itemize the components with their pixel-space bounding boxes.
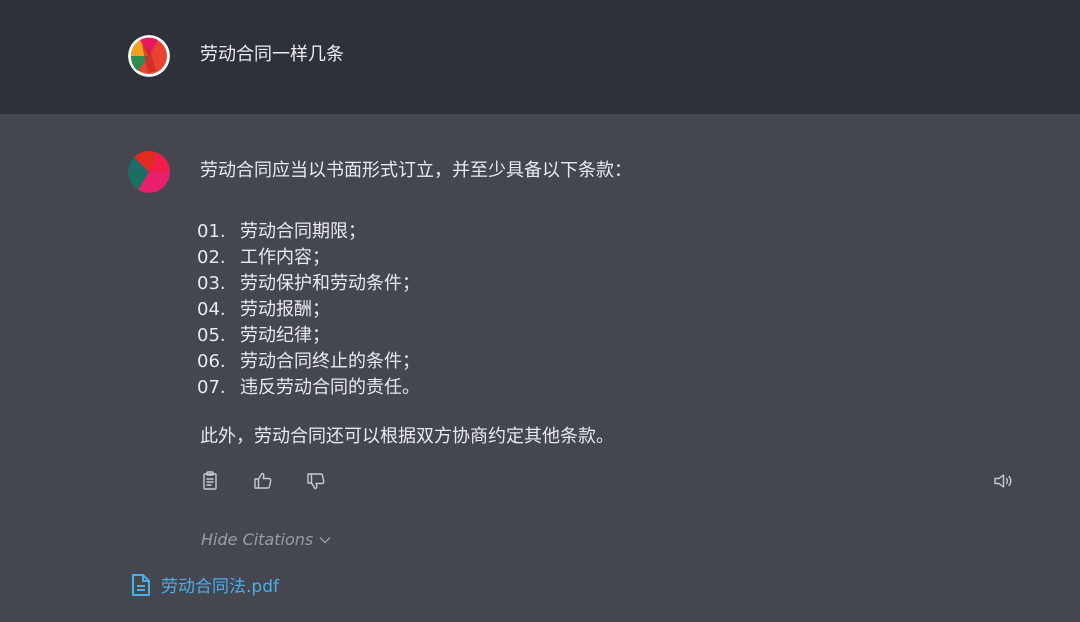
item-number: 07. <box>197 377 226 398</box>
hide-citations-label: Hide Citations <box>201 530 314 549</box>
item-number: 01. <box>197 221 226 242</box>
chevron-down-icon <box>319 536 331 543</box>
thumbs-up-icon <box>254 472 272 489</box>
item-text: 劳动报酬； <box>240 299 330 320</box>
list-item: 05. 劳动纪律； <box>197 323 420 349</box>
answer-outro: 此外，劳动合同还可以根据双方协商约定其他条款。 <box>200 426 614 447</box>
citation-link[interactable]: 劳动合同法.pdf <box>131 572 279 597</box>
list-item: 07. 违反劳动合同的责任。 <box>197 375 420 401</box>
read-aloud-button[interactable] <box>992 469 1016 493</box>
item-text: 劳动纪律； <box>240 325 330 346</box>
item-text: 工作内容； <box>240 247 330 268</box>
item-number: 03. <box>197 273 226 294</box>
item-text: 劳动合同期限； <box>240 221 366 242</box>
user-avatar <box>128 35 170 77</box>
assistant-avatar <box>128 151 170 193</box>
clipboard-icon <box>203 471 217 490</box>
item-text: 劳动保护和劳动条件； <box>240 273 420 294</box>
answer-intro: 劳动合同应当以书面形式订立，并至少具备以下条款： <box>200 160 632 181</box>
clause-list: 01. 劳动合同期限； 02. 工作内容； 03. 劳动保护和劳动条件； 04. 劳动报… <box>197 219 420 401</box>
dislike-button[interactable] <box>304 469 328 493</box>
list-item: 02. 工作内容； <box>197 245 420 271</box>
item-number: 06. <box>197 351 226 372</box>
like-button[interactable] <box>251 469 275 493</box>
item-number: 02. <box>197 247 226 268</box>
copy-button[interactable] <box>198 469 222 493</box>
user-question: 劳动合同一样几条 <box>200 44 344 65</box>
list-item: 01. 劳动合同期限； <box>197 219 420 245</box>
list-item: 04. 劳动报酬； <box>197 297 420 323</box>
list-item: 03. 劳动保护和劳动条件； <box>197 271 420 297</box>
hide-citations-toggle[interactable]: Hide Citations <box>201 530 331 549</box>
speaker-icon <box>994 474 1012 488</box>
item-number: 04. <box>197 299 226 320</box>
item-number: 05. <box>197 325 226 346</box>
list-item: 06. 劳动合同终止的条件； <box>197 349 420 375</box>
item-text: 违反劳动合同的责任。 <box>240 377 420 398</box>
citation-filename: 劳动合同法.pdf <box>161 577 279 597</box>
thumbs-down-icon <box>307 473 325 490</box>
item-text: 劳动合同终止的条件； <box>240 351 420 372</box>
document-icon <box>132 573 150 596</box>
question-bar: 劳动合同一样几条 <box>0 0 1080 114</box>
